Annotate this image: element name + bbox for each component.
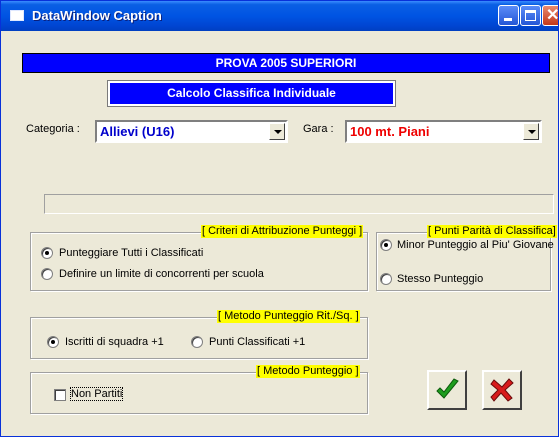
criteri-group-title: [ Criteri di Attribuzione Punteggi ] <box>201 225 364 238</box>
parita-group-title: [ Punti Parità di Classifica] <box>427 225 557 238</box>
green-checkmark-icon <box>436 378 459 399</box>
maximize-button[interactable] <box>520 5 541 26</box>
maximize-icon <box>525 10 536 21</box>
categoria-label: Categoria : <box>26 123 80 135</box>
window-icon <box>10 10 24 21</box>
cancel-button[interactable] <box>482 370 522 410</box>
metodo-rit-option-iscritti-radio[interactable] <box>47 336 59 348</box>
chevron-down-icon[interactable] <box>269 123 285 140</box>
categoria-dropdown[interactable]: Allievi (U16) <box>95 120 288 143</box>
ok-button[interactable] <box>427 370 467 410</box>
competition-banner: PROVA 2005 SUPERIORI <box>22 53 550 73</box>
parita-option-stesso-label[interactable]: Stesso Punteggio <box>397 273 483 285</box>
non-partiti-checkbox[interactable] <box>54 389 66 401</box>
parita-option-stesso-radio[interactable] <box>380 273 392 285</box>
parita-option-giovane-radio[interactable] <box>380 239 392 251</box>
metodo-rit-group-title: [ Metodo Punteggio Rit./Sq. ] <box>217 310 360 323</box>
metodo-rit-option-iscritti-label[interactable]: Iscritti di squadra +1 <box>65 336 164 348</box>
gara-dropdown[interactable]: 100 mt. Piani <box>345 120 542 143</box>
criteri-group <box>30 232 368 291</box>
criteri-option-limite-radio[interactable] <box>41 268 53 280</box>
window-title: DataWindow Caption <box>32 8 162 23</box>
minimize-button[interactable] <box>498 5 519 26</box>
chevron-down-icon[interactable] <box>523 123 539 140</box>
client-area: PROVA 2005 SUPERIORI Calcolo Classifica … <box>9 31 558 435</box>
gara-label: Gara : <box>303 123 334 135</box>
categoria-value: Allievi (U16) <box>100 124 175 139</box>
datawindow: DataWindow Caption ✕ PROVA 2005 SUPERIOR… <box>0 0 559 437</box>
close-icon: ✕ <box>546 7 559 24</box>
parita-option-giovane-label[interactable]: Minor Punteggio al Piu' Giovane <box>397 239 554 251</box>
criteri-option-tutti-label[interactable]: Punteggiare Tutti i Classificati <box>59 247 203 259</box>
title-bar[interactable]: DataWindow Caption ✕ <box>1 1 558 31</box>
calculation-title: Calcolo Classifica Individuale <box>107 80 396 107</box>
metodo-rit-option-classificati-radio[interactable] <box>191 336 203 348</box>
metodo-rit-option-classificati-label[interactable]: Punti Classificati +1 <box>209 336 305 348</box>
close-button[interactable]: ✕ <box>542 5 559 26</box>
metodo-group-title: [ Metodo Punteggio ] <box>256 365 360 378</box>
non-partiti-label[interactable]: Non Partiti <box>69 387 124 401</box>
minimize-icon <box>504 18 512 21</box>
gara-value: 100 mt. Piani <box>350 124 430 139</box>
red-x-icon <box>490 378 514 402</box>
criteri-option-limite-label[interactable]: Definire un limite di concorrenti per sc… <box>59 268 264 280</box>
progress-bar <box>44 194 554 214</box>
criteri-option-tutti-radio[interactable] <box>41 247 53 259</box>
